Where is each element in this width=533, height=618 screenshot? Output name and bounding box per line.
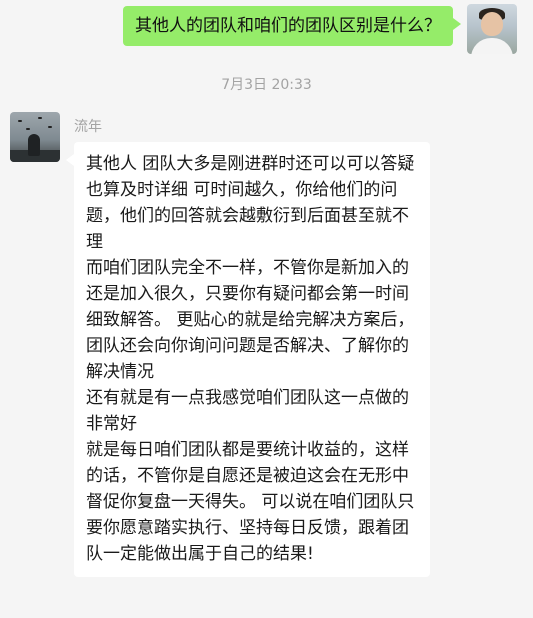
incoming-message-content: 流年 其他人 团队大多是刚进群时还可以可以答疑也算及时详细 可时间越久，你给他们… <box>66 112 430 577</box>
chat-window: 其他人的团队和咱们的团队区别是什么？ 7月3日 20:33 流年 其他人 团队大… <box>0 0 533 618</box>
avatar-shirt <box>471 38 513 54</box>
sender-avatar[interactable] <box>10 112 60 162</box>
outgoing-message-row: 其他人的团队和咱们的团队区别是什么？ <box>123 4 517 54</box>
avatar-face <box>481 12 503 36</box>
bird-shape <box>48 126 52 128</box>
incoming-message-bubble[interactable]: 其他人 团队大多是刚进群时还可以可以答疑也算及时详细 可时间越久，你给他们的问题… <box>66 142 430 577</box>
outgoing-message-bubble[interactable]: 其他人的团队和咱们的团队区别是什么？ <box>123 6 461 46</box>
bird-shape <box>26 128 30 130</box>
bird-shape <box>38 117 42 119</box>
avatar-figure <box>28 134 40 156</box>
message-timestamp: 7月3日 20:33 <box>221 77 312 93</box>
sender-name: 流年 <box>74 119 102 135</box>
incoming-message-row: 流年 其他人 团队大多是刚进群时还可以可以答疑也算及时详细 可时间越久，你给他们… <box>10 112 430 577</box>
self-avatar[interactable] <box>467 4 517 54</box>
bird-shape <box>18 120 22 122</box>
